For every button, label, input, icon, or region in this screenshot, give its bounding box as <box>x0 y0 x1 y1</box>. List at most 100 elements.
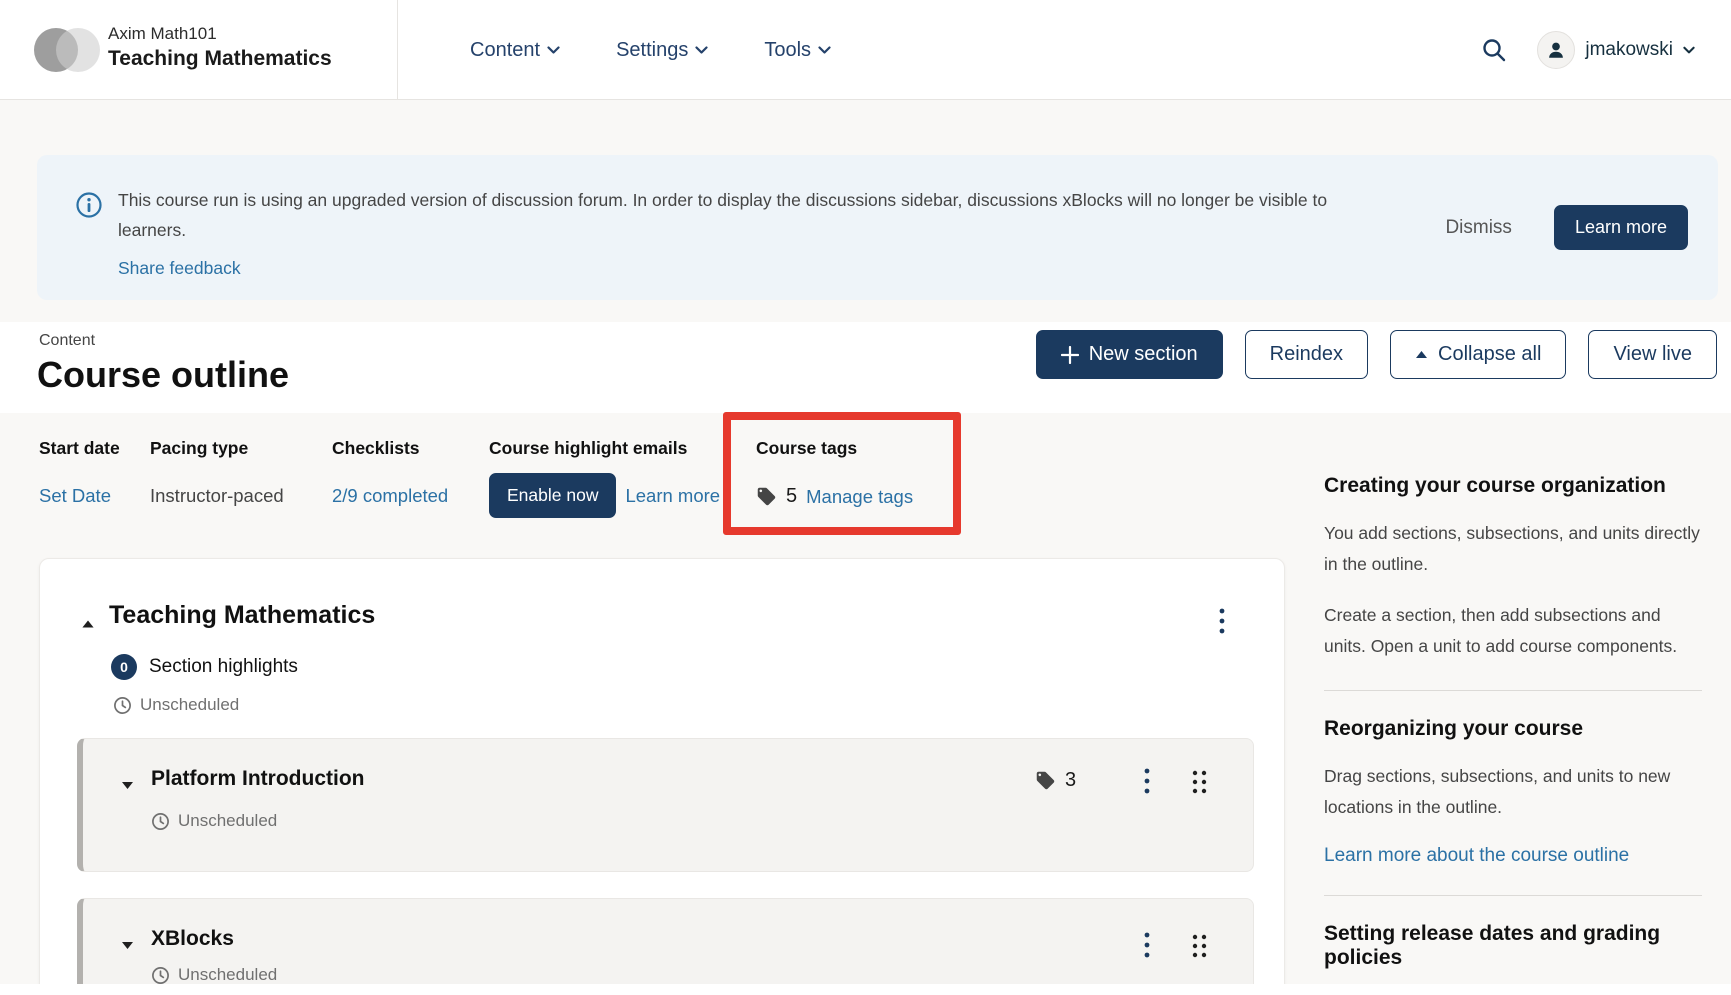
chevron-down-icon <box>818 46 831 55</box>
app-header: Axim Math101 Teaching Mathematics Conten… <box>0 0 1731 100</box>
status-checklists: Checklists 2/9 completed <box>332 438 448 507</box>
start-date-label: Start date <box>39 438 120 459</box>
clock-icon <box>113 696 132 715</box>
tag-icon <box>756 486 777 507</box>
subsection-schedule-label: Unscheduled <box>178 965 277 985</box>
new-section-label: New section <box>1089 343 1198 366</box>
nav-tools-label: Tools <box>764 39 811 62</box>
course-tags-label: Course tags <box>756 438 913 459</box>
reindex-label: Reindex <box>1270 343 1343 366</box>
view-live-button[interactable]: View live <box>1588 330 1717 379</box>
emails-learn-more-link[interactable]: Learn more <box>625 485 720 507</box>
subsection-kebab-menu-icon[interactable] <box>1143 931 1151 959</box>
org-logo[interactable] <box>34 27 104 73</box>
header-divider <box>397 0 398 100</box>
username-label: jmakowski <box>1585 39 1673 61</box>
logo-circle-light <box>56 28 100 72</box>
reindex-button[interactable]: Reindex <box>1245 330 1368 379</box>
new-section-button[interactable]: New section <box>1036 330 1223 379</box>
page-title-band: Content Course outline New section Reind… <box>0 322 1731 413</box>
highlights-count-badge: 0 <box>111 654 137 680</box>
breadcrumb: Content <box>39 332 95 350</box>
course-info: Axim Math101 Teaching Mathematics <box>108 24 332 71</box>
subsection-tag-count-value: 3 <box>1065 769 1076 792</box>
subsection-title[interactable]: XBlocks <box>151 927 234 951</box>
chevron-down-icon <box>695 46 708 55</box>
collapse-all-button[interactable]: Collapse all <box>1390 330 1566 379</box>
banner-body: This course run is using an upgraded ver… <box>118 185 1328 283</box>
section-collapse-caret-icon[interactable] <box>81 619 95 629</box>
search-icon <box>1481 37 1507 63</box>
header-right: jmakowski <box>1481 0 1695 100</box>
subsection-title[interactable]: Platform Introduction <box>151 767 365 791</box>
plus-icon <box>1061 346 1079 364</box>
subsection-schedule: Unscheduled <box>151 811 277 831</box>
section-highlights-button[interactable]: 0 Section highlights <box>111 654 298 680</box>
subsection-expand-caret-icon[interactable] <box>121 941 134 950</box>
course-title: Teaching Mathematics <box>108 47 332 71</box>
help-paragraph: Drag sections, subsections, and units to… <box>1324 761 1702 823</box>
user-menu-button[interactable]: jmakowski <box>1537 31 1695 69</box>
clock-icon <box>151 966 170 985</box>
view-live-label: View live <box>1613 343 1692 366</box>
pacing-type-value: Instructor-paced <box>150 485 284 507</box>
nav-settings-dropdown[interactable]: Settings <box>616 39 708 62</box>
clock-icon <box>151 812 170 831</box>
nav-settings-label: Settings <box>616 39 688 62</box>
page-title: Course outline <box>37 354 289 396</box>
avatar <box>1537 31 1575 69</box>
nav-tools-dropdown[interactable]: Tools <box>764 39 831 62</box>
studio-course-outline-page: Axim Math101 Teaching Mathematics Conten… <box>0 0 1731 995</box>
help-divider <box>1324 895 1702 896</box>
course-org-number: Axim Math101 <box>108 24 332 44</box>
course-outline-learn-more-link[interactable]: Learn more about the course outline <box>1324 845 1629 867</box>
tag-icon <box>1035 770 1056 791</box>
status-start-date: Start date Set Date <box>39 438 120 507</box>
subsection-schedule: Unscheduled <box>151 965 277 985</box>
search-button[interactable] <box>1481 37 1507 63</box>
set-date-link[interactable]: Set Date <box>39 485 111 507</box>
help-heading-organization: Creating your course organization <box>1324 474 1702 498</box>
section-title[interactable]: Teaching Mathematics <box>109 601 375 630</box>
nav-content-dropdown[interactable]: Content <box>470 39 560 62</box>
share-feedback-link[interactable]: Share feedback <box>118 253 241 283</box>
status-course-tags: Course tags 5 Manage tags <box>756 438 913 508</box>
section-kebab-menu-icon[interactable] <box>1218 607 1226 635</box>
nav-content-label: Content <box>470 39 540 62</box>
drag-handle-icon[interactable] <box>1191 933 1208 959</box>
subsection-card: Platform Introduction 3 Unscheduled <box>77 738 1254 872</box>
help-sidebar: Creating your course organization You ad… <box>1324 460 1702 970</box>
discussion-upgrade-banner: This course run is using an upgraded ver… <box>37 155 1718 300</box>
subsection-card: XBlocks Unscheduled <box>77 898 1254 995</box>
checklists-completed-link[interactable]: 2/9 completed <box>332 485 448 507</box>
subsection-schedule-label: Unscheduled <box>178 811 277 831</box>
title-actions: New section Reindex Collapse all View li… <box>1036 330 1717 379</box>
course-tags-count: 5 <box>786 485 797 508</box>
help-heading-release-dates: Setting release dates and grading polici… <box>1324 922 1702 970</box>
collapse-all-label: Collapse all <box>1438 343 1541 366</box>
subsection-expand-caret-icon[interactable] <box>121 781 134 790</box>
caret-up-icon <box>1415 350 1428 359</box>
dismiss-button[interactable]: Dismiss <box>1445 217 1512 239</box>
subsection-kebab-menu-icon[interactable] <box>1143 767 1151 795</box>
banner-message: This course run is using an upgraded ver… <box>118 190 1327 240</box>
drag-handle-icon[interactable] <box>1191 769 1208 795</box>
subsection-tag-count: 3 <box>1035 769 1076 792</box>
banner-actions: Dismiss Learn more <box>1445 205 1688 250</box>
section-schedule-label: Unscheduled <box>140 695 239 715</box>
help-heading-reorganizing: Reorganizing your course <box>1324 717 1702 741</box>
status-highlight-emails: Course highlight emails Enable now Learn… <box>489 438 720 518</box>
manage-tags-link[interactable]: Manage tags <box>806 486 913 508</box>
section-schedule: Unscheduled <box>113 695 239 715</box>
help-divider <box>1324 690 1702 691</box>
enable-now-button[interactable]: Enable now <box>489 473 616 518</box>
pacing-type-label: Pacing type <box>150 438 284 459</box>
chevron-down-icon <box>1683 46 1695 55</box>
main-nav: Content Settings Tools <box>470 0 831 100</box>
section-card: Teaching Mathematics 0 Section highlight… <box>39 558 1285 995</box>
info-icon <box>75 191 103 219</box>
checklists-label: Checklists <box>332 438 448 459</box>
banner-learn-more-button[interactable]: Learn more <box>1554 205 1688 250</box>
help-paragraph: You add sections, subsections, and units… <box>1324 518 1702 580</box>
viewport-bottom-clip <box>0 984 1731 995</box>
